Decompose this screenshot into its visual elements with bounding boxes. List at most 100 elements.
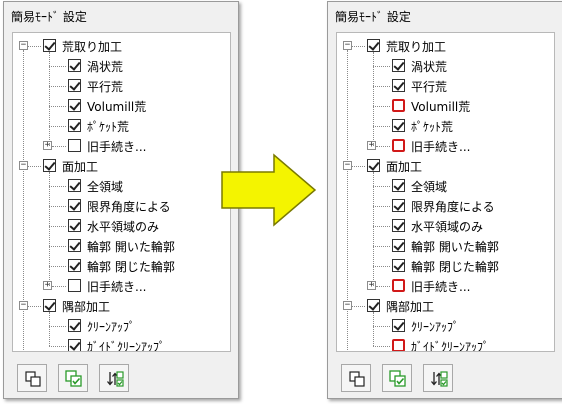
- item-checkbox[interactable]: [68, 339, 81, 351]
- item-label: 旧手続き...: [87, 280, 147, 294]
- item-checkbox[interactable]: [68, 79, 81, 92]
- collapse-toggle-icon[interactable]: −: [19, 161, 28, 170]
- tree-item-row[interactable]: + 旧手続き...: [337, 276, 554, 296]
- collapse-toggle-icon[interactable]: −: [343, 41, 352, 50]
- swap-selection-button[interactable]: [99, 364, 129, 392]
- tree-item-row[interactable]: 輪郭 開いた輪郭: [337, 236, 554, 256]
- copy-button[interactable]: [17, 364, 47, 392]
- collapse-toggle-icon[interactable]: −: [343, 301, 352, 310]
- tree-group-row[interactable]: − 荒取り加工: [337, 36, 554, 56]
- item-checkbox[interactable]: [68, 259, 81, 272]
- tree-item-row[interactable]: 限界角度による: [13, 196, 230, 216]
- group-checkbox[interactable]: [43, 39, 56, 52]
- tree-item-row[interactable]: 輪郭 閉じた輪郭: [337, 256, 554, 276]
- tree-item-row[interactable]: 限界角度による: [337, 196, 554, 216]
- item-label: 輪郭 開いた輪郭: [87, 240, 175, 254]
- group-checkbox[interactable]: [43, 159, 56, 172]
- item-checkbox[interactable]: [68, 319, 81, 332]
- tree-item-row[interactable]: Volumill荒: [13, 96, 230, 116]
- item-checkbox[interactable]: [392, 199, 405, 212]
- group-label: 面加工: [386, 160, 423, 174]
- tree-item-row[interactable]: 渦状荒: [337, 56, 554, 76]
- item-label: ｶﾞｲﾄﾞｸﾘｰﾝｱｯﾌﾟ: [411, 340, 490, 352]
- tree-connector: [373, 126, 390, 127]
- group-checkbox[interactable]: [43, 299, 56, 312]
- expand-toggle-icon[interactable]: +: [367, 281, 376, 290]
- item-checkbox[interactable]: [392, 79, 405, 92]
- item-checkbox[interactable]: [68, 139, 81, 152]
- item-checkbox[interactable]: [68, 59, 81, 72]
- item-checkbox[interactable]: [392, 59, 405, 72]
- tree-item-row[interactable]: ﾎﾟｹｯﾄ荒: [337, 116, 554, 136]
- collapse-toggle-icon[interactable]: −: [343, 161, 352, 170]
- tree-item-row[interactable]: 水平領域のみ: [13, 216, 230, 236]
- tree-item-row[interactable]: Volumill荒: [337, 96, 554, 116]
- tree-item-row[interactable]: 水平領域のみ: [337, 216, 554, 236]
- item-checkbox[interactable]: [68, 239, 81, 252]
- item-label: 限界角度による: [87, 200, 171, 214]
- tree-item-row[interactable]: 全領域: [337, 176, 554, 196]
- item-label: Volumill荒: [87, 100, 147, 114]
- item-checkbox[interactable]: [392, 179, 405, 192]
- tree-item-row[interactable]: ﾎﾟｹｯﾄ荒: [13, 116, 230, 136]
- tree-item-row[interactable]: 輪郭 閉じた輪郭: [13, 256, 230, 276]
- item-checkbox[interactable]: [392, 119, 405, 132]
- tree-view[interactable]: − 荒取り加工 渦状荒 平行荒 Volumill荒 ﾎﾟｹｯﾄ荒 + 旧手続き... − 面加工全…: [12, 32, 231, 352]
- copy-button[interactable]: [341, 364, 371, 392]
- item-checkbox[interactable]: [392, 339, 405, 351]
- item-checkbox[interactable]: [68, 99, 81, 112]
- item-label: Volumill荒: [411, 100, 471, 114]
- tree-connector: [352, 166, 365, 167]
- expand-toggle-icon[interactable]: +: [43, 281, 52, 290]
- item-checkbox[interactable]: [68, 219, 81, 232]
- tree-group-row[interactable]: − 隅部加工: [337, 296, 554, 316]
- item-checkbox[interactable]: [392, 279, 405, 292]
- item-checkbox[interactable]: [392, 219, 405, 232]
- collapse-toggle-icon[interactable]: −: [19, 41, 28, 50]
- tree-group-row[interactable]: − 荒取り加工: [13, 36, 230, 56]
- group-checkbox[interactable]: [367, 299, 380, 312]
- tree-connector: [376, 286, 390, 287]
- tree-item-row[interactable]: ｸﾘｰﾝｱｯﾌﾟ: [337, 316, 554, 336]
- swap-selection-icon: [431, 371, 448, 387]
- collapse-toggle-icon[interactable]: −: [19, 301, 28, 310]
- tree-item-row[interactable]: 輪郭 開いた輪郭: [13, 236, 230, 256]
- tree-item-row[interactable]: 全領域: [13, 176, 230, 196]
- expand-toggle-icon[interactable]: +: [43, 141, 52, 150]
- item-checkbox[interactable]: [392, 139, 405, 152]
- tree-connector: [49, 66, 66, 67]
- tree-view[interactable]: − 荒取り加工 渦状荒 平行荒 Volumill荒 ﾎﾟｹｯﾄ荒 + 旧手続き... − 面加工全…: [336, 32, 555, 352]
- tree-item-row[interactable]: ｶﾞｲﾄﾞｸﾘｰﾝｱｯﾌﾟ: [337, 336, 554, 352]
- tree-group-row[interactable]: − 面加工: [13, 156, 230, 176]
- item-checkbox[interactable]: [68, 279, 81, 292]
- tree-connector: [373, 86, 390, 87]
- tree-item-row[interactable]: + 旧手続き...: [337, 136, 554, 156]
- item-checkbox[interactable]: [392, 99, 405, 112]
- expand-toggle-icon[interactable]: +: [367, 141, 376, 150]
- group-checkbox[interactable]: [367, 39, 380, 52]
- tree-item-row[interactable]: + 旧手続き...: [13, 276, 230, 296]
- tree-item-row[interactable]: 渦状荒: [13, 56, 230, 76]
- tree-item-row[interactable]: ｸﾘｰﾝｱｯﾌﾟ: [13, 316, 230, 336]
- tree-connector: [373, 66, 390, 67]
- item-checkbox[interactable]: [392, 259, 405, 272]
- tree-item-row[interactable]: + 旧手続き...: [13, 136, 230, 156]
- check-all-button[interactable]: [382, 364, 412, 392]
- check-all-button[interactable]: [58, 364, 88, 392]
- swap-selection-button[interactable]: [423, 364, 453, 392]
- tree-group-row[interactable]: − 面加工: [337, 156, 554, 176]
- item-label: 限界角度による: [411, 200, 495, 214]
- item-checkbox[interactable]: [68, 199, 81, 212]
- item-checkbox[interactable]: [392, 239, 405, 252]
- item-checkbox[interactable]: [68, 179, 81, 192]
- tree-item-row[interactable]: 平行荒: [337, 76, 554, 96]
- panel-title: 簡易ﾓｰﾄﾞ 設定: [11, 10, 87, 24]
- tree-item-row[interactable]: ｶﾞｲﾄﾞｸﾘｰﾝｱｯﾌﾟ: [13, 336, 230, 351]
- item-checkbox[interactable]: [68, 119, 81, 132]
- tree-connector: [49, 312, 50, 346]
- tree-group-row[interactable]: − 隅部加工: [13, 296, 230, 316]
- tree-content: − 荒取り加工 渦状荒 平行荒 Volumill荒 ﾎﾟｹｯﾄ荒 + 旧手続き... − 面加工全…: [13, 33, 230, 351]
- item-checkbox[interactable]: [392, 319, 405, 332]
- group-checkbox[interactable]: [367, 159, 380, 172]
- tree-item-row[interactable]: 平行荒: [13, 76, 230, 96]
